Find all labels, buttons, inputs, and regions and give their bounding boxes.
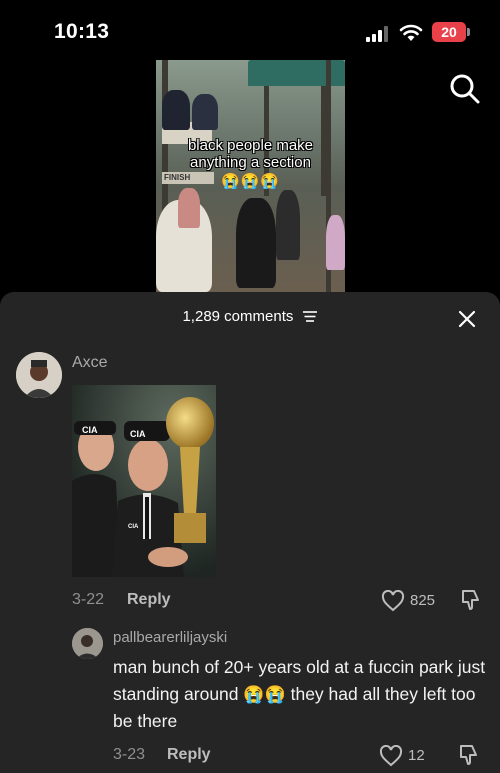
reply-emojis: 😭😭	[243, 685, 286, 704]
video-caption: black people make anything a section	[156, 137, 345, 171]
reply-avatar-image	[72, 628, 103, 659]
reply-text: man bunch of 20+ years old at a fuccin p…	[113, 654, 493, 735]
comment-image-art: CIA CIA CIA	[72, 385, 216, 577]
comment-image[interactable]: CIA CIA CIA	[72, 385, 216, 577]
heart-icon[interactable]	[379, 745, 403, 767]
reply-like-count: 12	[408, 747, 425, 764]
comment-count: 1,289 comments	[182, 307, 294, 325]
battery-indicator: 20	[432, 22, 470, 42]
video-caption-emojis: 😭😭😭	[220, 173, 281, 190]
person-figure	[162, 90, 190, 130]
comment-username[interactable]: Axce	[72, 354, 108, 372]
person-figure	[326, 215, 345, 270]
wifi-icon	[399, 24, 423, 41]
avatar[interactable]	[16, 352, 62, 398]
reply-date: 3-23	[113, 746, 146, 763]
person-figure	[236, 198, 276, 288]
video-caption-line2: anything a section	[190, 154, 311, 171]
comment-date: 3-22	[72, 591, 105, 608]
reply-avatar[interactable]	[72, 628, 103, 659]
like-count: 825	[410, 592, 436, 609]
status-bar: 10:13 20	[0, 0, 500, 62]
cap-logo: CIA	[82, 425, 98, 435]
comments-header: 1,289 comments	[0, 307, 500, 331]
badge-logo: CIA	[128, 524, 139, 530]
avatar-image	[16, 352, 62, 398]
cap-logo: CIA	[130, 429, 146, 439]
comments-sheet: 1,289 comments Axce CIA CIA CIA 3-22 Rep…	[0, 292, 500, 773]
cellular-signal-icon	[366, 26, 388, 42]
status-time: 10:13	[54, 20, 110, 43]
dislike-icon[interactable]	[456, 743, 480, 767]
heart-icon[interactable]	[381, 590, 405, 612]
close-icon[interactable]	[457, 309, 477, 329]
battery-level: 20	[441, 24, 457, 40]
video-preview[interactable]: FINISH black people make anything a sect…	[156, 60, 345, 292]
video-caption-line1: black people make	[187, 137, 314, 154]
reply-username[interactable]: pallbearerliljayski	[113, 629, 227, 646]
person-figure	[276, 190, 300, 260]
search-icon[interactable]	[448, 72, 482, 106]
filter-lines-icon[interactable]	[302, 309, 318, 323]
reply-reply-button[interactable]: Reply	[167, 746, 211, 764]
dislike-icon[interactable]	[458, 588, 482, 612]
person-figure	[192, 94, 218, 130]
reply-button[interactable]: Reply	[127, 591, 171, 609]
person-figure	[178, 188, 200, 228]
